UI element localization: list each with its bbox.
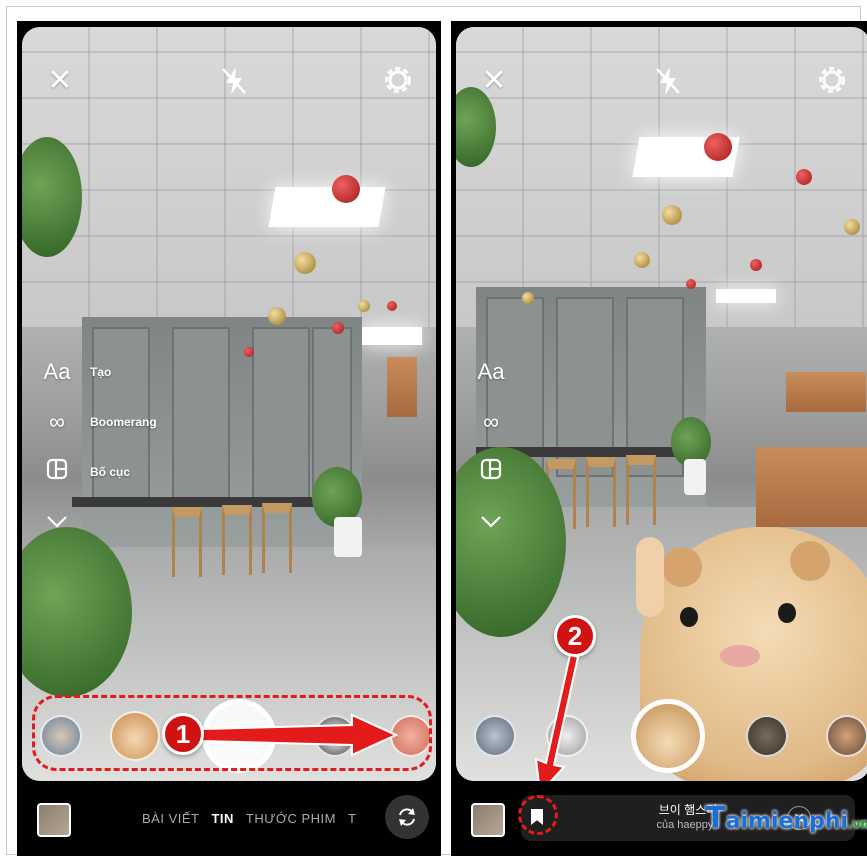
stool bbox=[262, 503, 292, 573]
side-item-layout[interactable]: Bố cục bbox=[42, 447, 157, 497]
kitchen-counter bbox=[756, 447, 867, 527]
gallery-thumbnail[interactable] bbox=[37, 803, 71, 837]
ceiling-light bbox=[716, 289, 776, 303]
ornament bbox=[662, 205, 682, 225]
close-icon[interactable]: ✕ bbox=[44, 65, 76, 97]
cabinet bbox=[387, 357, 417, 417]
layout-icon bbox=[476, 458, 506, 486]
effect-thumbnail[interactable] bbox=[826, 715, 867, 757]
ornament bbox=[244, 347, 254, 357]
stool bbox=[586, 457, 616, 527]
screenshot-frame: ✕ Aa Tạo ∞ Boomerang Bố cục 1 BÀI VIẾT T… bbox=[6, 6, 867, 856]
side-item-more[interactable] bbox=[476, 497, 506, 547]
hamster-ear bbox=[790, 541, 830, 581]
ornament bbox=[796, 169, 812, 185]
annotation-highlight-circle bbox=[518, 795, 558, 835]
watermark-text: aimienphi bbox=[725, 809, 849, 834]
mode-story[interactable]: TIN bbox=[211, 811, 233, 826]
text-create-icon: Aa bbox=[43, 359, 71, 384]
effect-thumbnail[interactable] bbox=[474, 715, 516, 757]
flash-off-icon[interactable] bbox=[218, 65, 250, 97]
settings-icon[interactable] bbox=[816, 65, 848, 97]
camera-bottom-bar: BÀI VIẾT TIN THƯỚC PHIM T bbox=[17, 781, 441, 856]
kitchen-shelf bbox=[786, 372, 866, 412]
chevron-down-icon bbox=[42, 509, 72, 535]
flash-off-icon[interactable] bbox=[652, 65, 684, 97]
mode-post[interactable]: BÀI VIẾT bbox=[142, 811, 199, 826]
plant-pot bbox=[684, 459, 706, 495]
ornament bbox=[634, 252, 650, 268]
ornament bbox=[332, 322, 344, 334]
creative-tools-menu: Aa Tạo ∞ Boomerang Bố cục bbox=[42, 347, 157, 547]
ornament bbox=[522, 292, 534, 304]
creative-tools-menu: Aa ∞ bbox=[476, 347, 506, 547]
ornament bbox=[686, 279, 696, 289]
stool bbox=[222, 505, 252, 575]
shutter-button-with-effect[interactable] bbox=[631, 699, 705, 773]
flip-camera-icon bbox=[399, 808, 415, 826]
annotation-arrow bbox=[534, 655, 580, 781]
mode-selector: BÀI VIẾT TIN THƯỚC PHIM T bbox=[142, 811, 356, 826]
side-item-label: Bố cục bbox=[90, 465, 131, 479]
plant-pot bbox=[334, 517, 362, 557]
hamster-paw bbox=[636, 537, 664, 617]
hamster-eye bbox=[680, 607, 698, 627]
camera-preview: ✕ Aa Tạo ∞ Boomerang Bố cục 1 bbox=[22, 27, 436, 781]
camera-preview: ✕ Aa ∞ 2 bbox=[456, 27, 867, 781]
chevron-down-icon bbox=[476, 509, 506, 535]
annotation-arrow bbox=[202, 713, 399, 757]
ceiling-light bbox=[268, 187, 386, 227]
step-badge: 1 bbox=[162, 713, 204, 755]
gallery-thumbnail[interactable] bbox=[471, 803, 505, 837]
side-item-create[interactable]: Aa bbox=[476, 347, 506, 397]
hamster-eye bbox=[778, 603, 796, 623]
watermark-logo: Taimienphi.vn bbox=[705, 801, 867, 836]
boomerang-icon: ∞ bbox=[49, 409, 65, 434]
watermark-suffix: .vn bbox=[848, 817, 867, 831]
stool bbox=[626, 455, 656, 525]
side-item-boomerang[interactable]: ∞ Boomerang bbox=[42, 397, 157, 447]
ornament bbox=[750, 259, 762, 271]
ornament bbox=[387, 301, 397, 311]
mode-reels[interactable]: THƯỚC PHIM bbox=[246, 811, 336, 826]
side-item-label: Tạo bbox=[90, 365, 112, 379]
ornament bbox=[358, 300, 370, 312]
side-item-label: Boomerang bbox=[90, 415, 157, 429]
side-item-more[interactable] bbox=[42, 497, 157, 547]
ceiling-light bbox=[362, 327, 422, 345]
stool bbox=[172, 507, 202, 577]
settings-icon[interactable] bbox=[382, 65, 414, 97]
side-item-create[interactable]: Aa Tạo bbox=[42, 347, 157, 397]
layout-icon bbox=[42, 458, 72, 486]
hamster-ear bbox=[662, 547, 702, 587]
effect-thumbnail[interactable] bbox=[746, 715, 788, 757]
window-blind bbox=[252, 327, 310, 507]
window-blind bbox=[172, 327, 230, 507]
left-phone-screen: ✕ Aa Tạo ∞ Boomerang Bố cục 1 BÀI VIẾT T… bbox=[17, 21, 441, 856]
close-icon[interactable]: ✕ bbox=[478, 65, 510, 97]
ornament bbox=[268, 307, 286, 325]
text-create-icon: Aa bbox=[477, 359, 505, 384]
ornament bbox=[844, 219, 860, 235]
boomerang-icon: ∞ bbox=[483, 409, 499, 434]
right-phone-screen: ✕ Aa ∞ 2 브이 햄스터 của haeppyri ✕ Taimienph… bbox=[451, 21, 867, 856]
side-item-layout[interactable] bbox=[476, 447, 506, 497]
ornament bbox=[294, 252, 316, 274]
flip-camera-button[interactable] bbox=[385, 795, 429, 839]
ornament bbox=[704, 133, 732, 161]
ornament bbox=[332, 175, 360, 203]
mode-live[interactable]: T bbox=[348, 811, 356, 826]
hamster-nose bbox=[720, 645, 760, 667]
side-item-boomerang[interactable]: ∞ bbox=[476, 397, 506, 447]
step-badge: 2 bbox=[554, 615, 596, 657]
